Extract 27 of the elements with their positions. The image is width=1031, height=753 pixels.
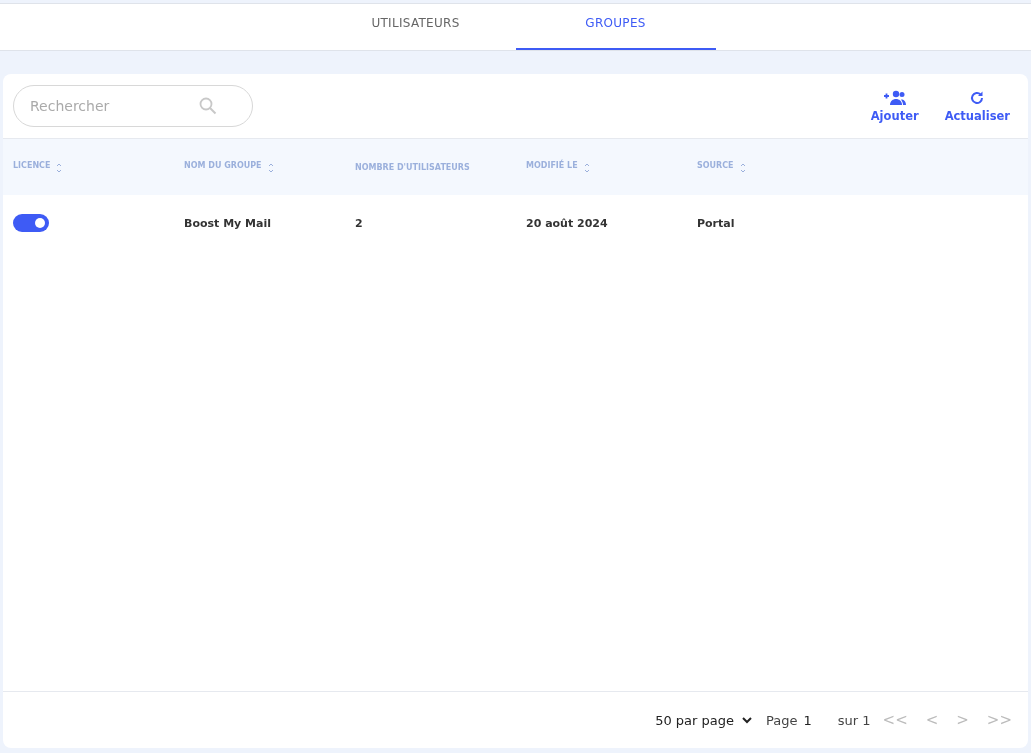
tab[interactable]: UTILISATEURS <box>315 4 516 50</box>
chevron-down-icon <box>742 716 753 724</box>
page-label: Page <box>766 712 798 728</box>
sort-icon[interactable] <box>583 161 590 174</box>
add-button[interactable]: Ajouter <box>870 89 919 123</box>
search-icon <box>199 97 217 115</box>
column-header: SOURCE <box>697 160 734 170</box>
table-cell-text: Boost My Mail <box>184 216 272 230</box>
sort-icon[interactable] <box>267 161 274 174</box>
page-total: sur 1 <box>837 712 871 728</box>
add-user-icon <box>882 89 907 106</box>
column-header: MODIFIÉ LE <box>526 160 578 170</box>
table-cell-text: 2 <box>355 216 364 230</box>
column-header: NOM DU GROUPE <box>184 160 262 170</box>
refresh-icon <box>969 89 986 106</box>
sort-icon[interactable] <box>56 161 63 174</box>
licence-toggle[interactable] <box>13 214 49 232</box>
table-cell-text: 20 août 2024 <box>526 216 609 230</box>
table-cell-text: Portal <box>697 216 736 230</box>
tab[interactable]: GROUPES <box>515 4 716 50</box>
page-number: 1 <box>803 712 812 728</box>
search-field[interactable]: Rechercher <box>13 85 253 127</box>
column-header: LICENCE <box>13 160 51 170</box>
refresh-button[interactable]: Actualiser <box>944 89 1010 123</box>
sort-icon[interactable] <box>739 161 746 174</box>
page-size-select[interactable]: 50 par page <box>655 712 753 728</box>
column-header: NOMBRE D'UTILISATEURS <box>355 162 470 172</box>
